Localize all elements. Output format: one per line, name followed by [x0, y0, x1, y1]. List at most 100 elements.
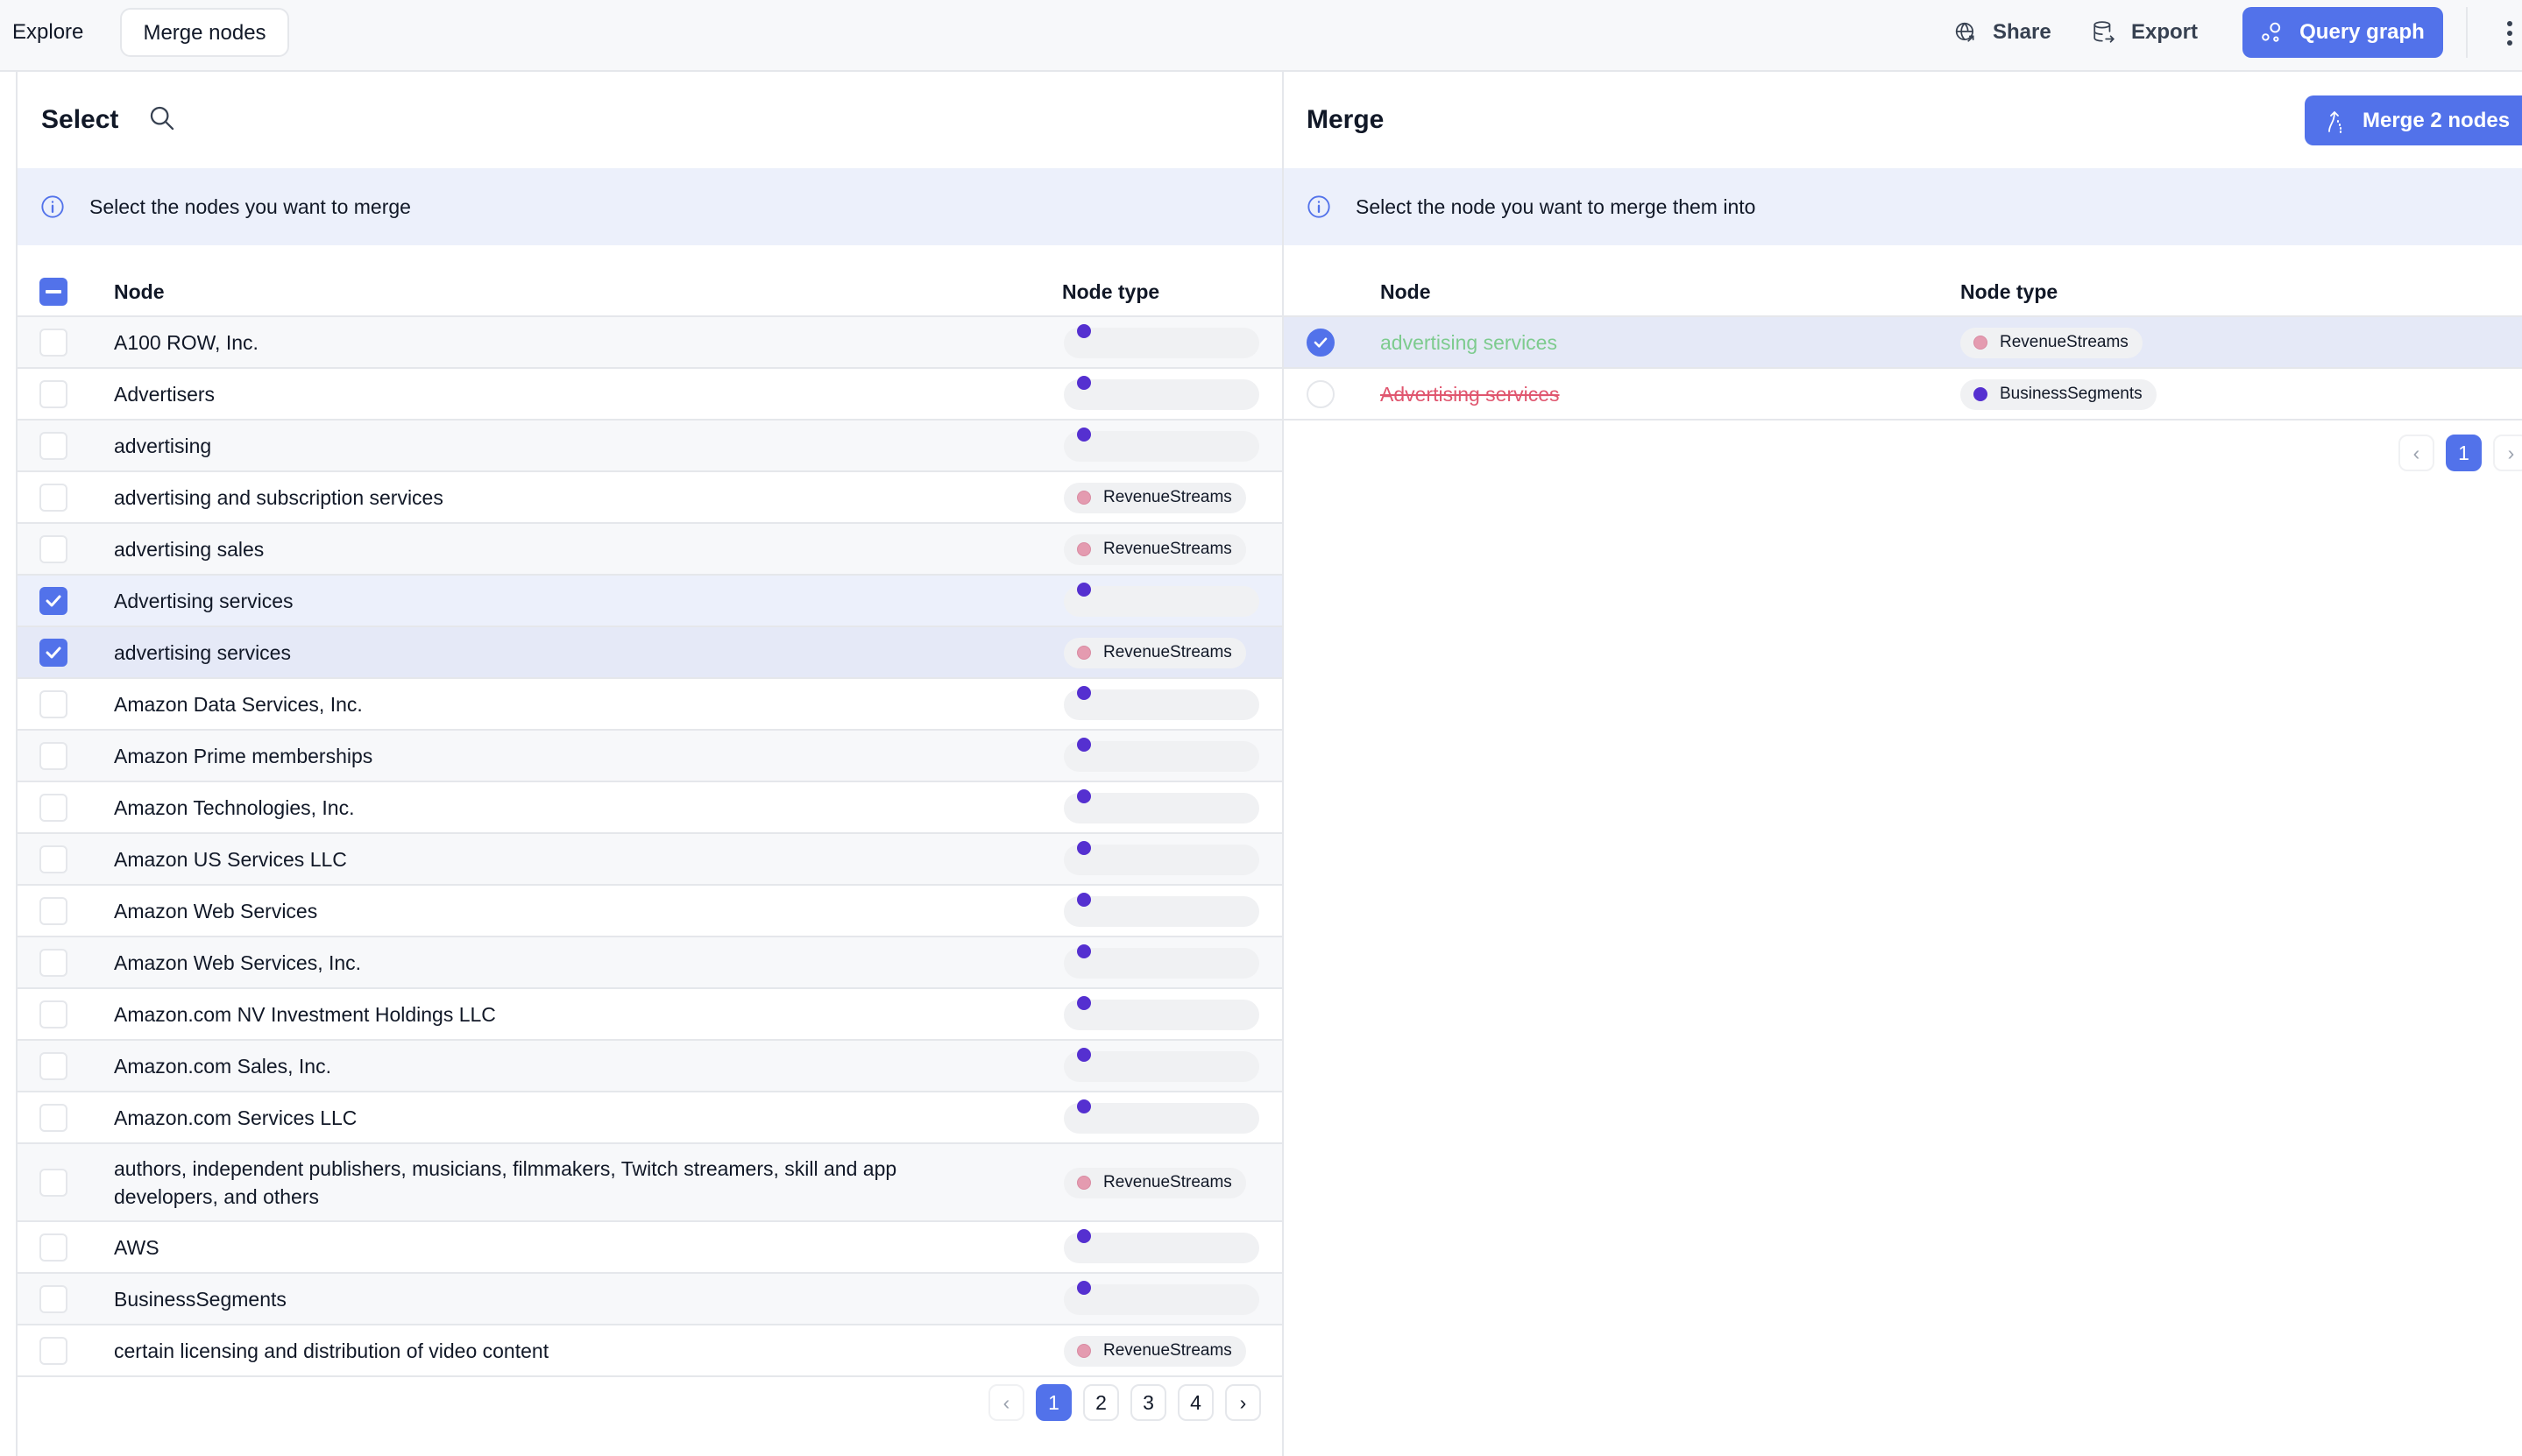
pagination-prev-button[interactable]: ‹ [988, 1384, 1024, 1421]
table-row[interactable]: Advertising services [18, 576, 1282, 627]
node-type-badge: RevenueStreams [1064, 637, 1246, 668]
kebab-dot [2507, 31, 2512, 36]
node-type-badge: RevenueStreams [1064, 534, 1246, 565]
node-type-color-dot [1077, 1099, 1091, 1113]
node-name: advertising and subscription services [114, 485, 443, 509]
pagination-page-button[interactable]: 4 [1178, 1384, 1214, 1421]
merge-info-banner: Select the node you want to merge them i… [1284, 168, 2522, 245]
select-table: Node Node type A100 ROW, Inc. Advertisers… [18, 267, 1282, 1377]
row-checkbox[interactable] [39, 1051, 67, 1080]
table-row[interactable]: Amazon Web Services, Inc. [18, 937, 1282, 989]
table-row[interactable]: BusinessSegments [18, 1274, 1282, 1325]
node-name: Amazon Data Services, Inc. [114, 692, 363, 716]
table-row[interactable]: advertising services RevenueStreams [18, 627, 1282, 679]
node-name: Amazon.com NV Investment Holdings LLC [114, 1002, 496, 1026]
table-row[interactable]: advertising services RevenueStreams [1284, 317, 2522, 369]
row-checkbox[interactable] [39, 379, 67, 408]
search-button[interactable] [147, 103, 177, 133]
table-row[interactable]: advertising and subscription services Rev… [18, 472, 1282, 524]
row-checkbox[interactable] [39, 638, 67, 667]
node-type-badge: RevenueStreams [1064, 1167, 1246, 1198]
node-type-color-dot [1077, 375, 1091, 390]
node-type-color-dot [1077, 892, 1091, 907]
node-type-label: RevenueStreams [1103, 1173, 1232, 1191]
table-row[interactable]: authors, independent publishers, musicia… [18, 1144, 1282, 1222]
row-checkbox[interactable] [39, 741, 67, 770]
pagination-next-button[interactable]: › [1225, 1384, 1261, 1421]
column-header-node[interactable]: Node [114, 267, 165, 317]
row-checkbox[interactable] [39, 1336, 67, 1365]
row-checkbox[interactable] [39, 948, 67, 977]
merge-button-label: Merge 2 nodes [2363, 108, 2511, 132]
node-type-badge [1064, 1047, 1259, 1082]
column-header-node-type[interactable]: Node type [1062, 267, 1159, 317]
pagination-page-button[interactable]: 2 [1083, 1384, 1119, 1421]
row-checkbox[interactable] [39, 1168, 67, 1197]
node-name: advertising services [114, 640, 291, 664]
table-row[interactable]: Advertisers [18, 369, 1282, 421]
table-row[interactable]: Amazon.com Services LLC [18, 1092, 1282, 1144]
row-checkbox[interactable] [39, 328, 67, 357]
search-icon [150, 106, 174, 131]
pagination-next-button[interactable]: › [2493, 435, 2522, 471]
query-graph-button[interactable]: Query graph [2242, 7, 2443, 58]
row-checkbox[interactable] [39, 483, 67, 512]
node-name: Amazon Web Services, Inc. [114, 951, 362, 974]
column-header-node[interactable]: Node [1380, 267, 1431, 317]
row-checkbox[interactable] [39, 845, 67, 873]
column-header-node-type[interactable]: Node type [1960, 267, 2058, 317]
node-type-badge [1064, 1280, 1259, 1315]
tab-merge-nodes[interactable]: Merge nodes [120, 8, 289, 57]
pagination-page-button[interactable]: 3 [1130, 1384, 1166, 1421]
row-checkbox[interactable] [39, 689, 67, 718]
row-checkbox[interactable] [39, 793, 67, 822]
pagination-page-button[interactable]: 1 [2446, 435, 2482, 471]
row-checkbox[interactable] [39, 534, 67, 563]
table-row[interactable]: Amazon Prime memberships [18, 731, 1282, 782]
table-row[interactable]: AWS [18, 1222, 1282, 1274]
table-row[interactable]: advertising [18, 421, 1282, 472]
node-type-color-dot [1077, 737, 1091, 752]
more-options-button[interactable] [2499, 16, 2520, 51]
table-row[interactable]: certain licensing and distribution of vi… [18, 1325, 1282, 1377]
node-type-badge [1064, 582, 1259, 617]
node-type-label: RevenueStreams [1103, 1341, 1232, 1360]
row-checkbox[interactable] [39, 1103, 67, 1132]
row-checkbox[interactable] [39, 431, 67, 460]
node-type-badge: BusinessSegments [1960, 378, 2157, 410]
share-button[interactable]: Share [1954, 8, 2051, 57]
pagination-page-button[interactable]: 1 [1036, 1384, 1072, 1421]
row-checkbox[interactable] [39, 896, 67, 925]
node-type-color-dot [1077, 1228, 1091, 1243]
node-name: certain licensing and distribution of vi… [114, 1339, 549, 1362]
row-checkbox[interactable] [39, 586, 67, 615]
node-type-label: RevenueStreams [1103, 488, 1232, 506]
table-row[interactable]: advertising sales RevenueStreams [18, 524, 1282, 576]
node-type-color-dot [1077, 840, 1091, 855]
node-name: Advertising services [1380, 382, 1560, 406]
node-type-color-dot [1077, 323, 1091, 338]
merge-nodes-button[interactable]: Merge 2 nodes [2305, 95, 2522, 145]
export-button[interactable]: Export [2093, 8, 2198, 57]
table-row[interactable]: Amazon US Services LLC [18, 834, 1282, 886]
table-row[interactable]: Amazon.com Sales, Inc. [18, 1041, 1282, 1092]
nav-explore[interactable]: Explore [12, 8, 83, 57]
row-radio[interactable] [1307, 379, 1335, 408]
table-row[interactable]: Advertising services BusinessSegments [1284, 369, 2522, 421]
row-radio[interactable] [1307, 328, 1335, 357]
table-row[interactable]: Amazon.com NV Investment Holdings LLC [18, 989, 1282, 1041]
table-row[interactable]: Amazon Technologies, Inc. [18, 782, 1282, 834]
node-name: Amazon.com Sales, Inc. [114, 1054, 331, 1078]
row-checkbox[interactable] [39, 1000, 67, 1028]
node-type-badge [1064, 323, 1259, 358]
row-checkbox[interactable] [39, 1284, 67, 1313]
table-row[interactable]: Amazon Data Services, Inc. [18, 679, 1282, 731]
table-row[interactable]: A100 ROW, Inc. [18, 317, 1282, 369]
kebab-dot [2507, 21, 2512, 26]
pagination-prev-button[interactable]: ‹ [2398, 435, 2434, 471]
graph-bubbles-icon [2262, 22, 2281, 42]
row-checkbox[interactable] [39, 1233, 67, 1262]
table-row[interactable]: Amazon Web Services [18, 886, 1282, 937]
globe-share-icon [1955, 22, 1974, 42]
select-all-checkbox[interactable] [39, 277, 67, 306]
